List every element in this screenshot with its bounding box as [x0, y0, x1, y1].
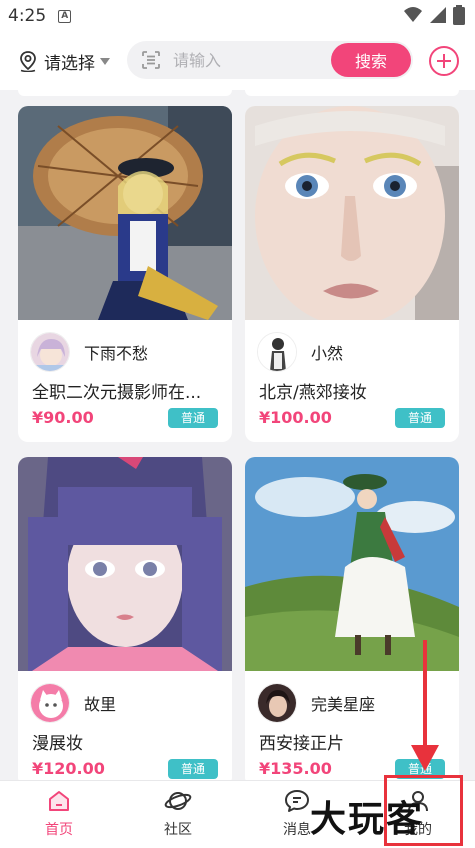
- status-bar: 4:25 A: [0, 0, 475, 32]
- author-name: 下雨不愁: [84, 344, 149, 363]
- card-photo[interactable]: [18, 106, 232, 320]
- card-photo[interactable]: [245, 457, 459, 671]
- status-badge: 普通: [395, 408, 445, 428]
- plus-icon: [437, 54, 451, 68]
- nav-messages-label: 消息: [283, 822, 311, 838]
- annotation-arrow: [423, 640, 427, 750]
- card-author[interactable]: 下雨不愁: [30, 332, 148, 372]
- status-icons: [403, 5, 465, 25]
- location-pin-icon: [20, 51, 36, 72]
- author-name: 小然: [311, 344, 344, 363]
- home-icon: [49, 791, 69, 811]
- card-author[interactable]: 完美星座: [257, 683, 375, 723]
- nav-community[interactable]: 社区: [138, 789, 218, 839]
- card-photo[interactable]: [245, 106, 459, 320]
- card-author[interactable]: 小然: [257, 332, 343, 372]
- nav-home-label: 首页: [45, 822, 73, 838]
- annotation-highlight-box: [384, 775, 463, 846]
- card-author[interactable]: 故里: [30, 683, 116, 723]
- add-button[interactable]: [429, 46, 459, 76]
- status-badge: 普通: [168, 408, 218, 428]
- card-price: ¥120.00: [32, 759, 105, 778]
- status-badge: 普通: [168, 759, 218, 779]
- search-bar[interactable]: 搜索: [127, 41, 413, 79]
- service-card[interactable]: 小然 北京/燕郊接妆 ¥100.00 普通: [245, 106, 459, 442]
- service-card[interactable]: 故里 漫展妆 ¥120.00 普通: [18, 457, 232, 780]
- arrow-head-icon: [411, 745, 439, 771]
- location-label: 请选择: [44, 53, 95, 74]
- avatar[interactable]: [257, 332, 297, 372]
- card-title: 全职二次元摄影师在...: [32, 383, 202, 403]
- notification-icon: A: [58, 9, 72, 23]
- status-time: 4:25: [8, 6, 47, 26]
- chat-icon: [285, 790, 309, 812]
- card-photo[interactable]: [18, 457, 232, 671]
- nav-community-label: 社区: [164, 822, 192, 838]
- author-name: 故里: [84, 695, 117, 714]
- card-price: ¥135.00: [259, 759, 332, 778]
- search-input[interactable]: [173, 50, 313, 70]
- caret-down-icon: [100, 57, 110, 65]
- content-feed: 下雨不愁 全职二次元摄影师在... ¥90.00 普通 小然 北京/燕郊接妆 ¥…: [0, 90, 475, 780]
- location-selector[interactable]: 请选择: [18, 49, 110, 74]
- service-card[interactable]: 下雨不愁 全职二次元摄影师在... ¥90.00 普通: [18, 106, 232, 442]
- card-title: 北京/燕郊接妆: [259, 383, 367, 403]
- avatar[interactable]: [30, 683, 70, 723]
- avatar[interactable]: [257, 683, 297, 723]
- author-name: 完美星座: [311, 695, 376, 714]
- avatar[interactable]: [30, 332, 70, 372]
- card-price: ¥100.00: [259, 408, 332, 427]
- planet-icon: [164, 792, 192, 810]
- card-price: ¥90.00: [32, 408, 94, 427]
- card-title: 漫展妆: [32, 734, 83, 754]
- signal-icon: [430, 7, 446, 23]
- top-header: 请选择 搜索: [0, 32, 475, 90]
- search-button[interactable]: 搜索: [331, 43, 411, 77]
- scan-icon: [142, 51, 160, 69]
- wifi-icon: [404, 7, 422, 22]
- nav-home[interactable]: 首页: [19, 789, 99, 839]
- battery-icon: [453, 5, 465, 25]
